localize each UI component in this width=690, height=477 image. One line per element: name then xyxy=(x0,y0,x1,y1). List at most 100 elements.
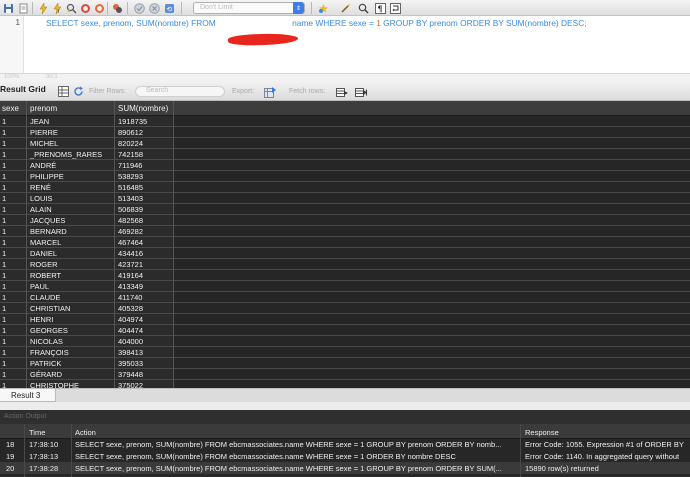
table-cell[interactable]: 1 xyxy=(2,359,6,368)
table-row[interactable]: 1 PIERRE 890612 xyxy=(0,127,690,138)
table-row[interactable]: 1 GÉRARD 379448 xyxy=(0,369,690,380)
table-cell[interactable]: 404000 xyxy=(118,337,143,346)
table-cell[interactable]: 1 xyxy=(2,205,6,214)
table-cell[interactable]: 513403 xyxy=(118,194,143,203)
table-row[interactable]: 1 ROBERT 419164 xyxy=(0,270,690,281)
table-cell[interactable]: 820224 xyxy=(118,139,143,148)
table-cell[interactable]: 375022 xyxy=(118,381,143,388)
table-row[interactable]: 1 NICOLAS 404000 xyxy=(0,336,690,347)
table-cell[interactable]: 1918735 xyxy=(118,117,147,126)
filter-rows-input[interactable]: Search xyxy=(135,86,225,97)
save-icon[interactable] xyxy=(2,2,14,14)
table-cell[interactable]: 1 xyxy=(2,161,6,170)
table-cell[interactable]: 1 xyxy=(2,337,6,346)
autocommit-icon[interactable]: ⟲ xyxy=(163,2,175,14)
open-icon[interactable] xyxy=(17,2,29,14)
table-cell[interactable]: 1 xyxy=(2,183,6,192)
table-cell[interactable]: 1 xyxy=(2,260,6,269)
table-cell[interactable]: _PRENOMS_RARES xyxy=(30,150,102,159)
output-row[interactable]: 19 17:38:13 SELECT sexe, prenom, SUM(nombr… xyxy=(0,450,690,462)
table-cell[interactable]: ROBERT xyxy=(30,271,61,280)
table-cell[interactable]: 516485 xyxy=(118,183,143,192)
output-row[interactable]: 18 17:38:10 SELECT sexe, prenom, SUM(nombr… xyxy=(0,438,690,450)
table-cell[interactable]: 506839 xyxy=(118,205,143,214)
table-cell[interactable]: CLAUDE xyxy=(30,293,60,302)
column-header[interactable]: SUM(nombre) xyxy=(118,104,168,113)
table-cell[interactable]: ROGER xyxy=(30,260,58,269)
refresh-icon[interactable] xyxy=(72,85,84,97)
fetch-next-icon[interactable] xyxy=(336,86,348,98)
table-cell[interactable]: FRANÇOIS xyxy=(30,348,69,357)
table-cell[interactable]: 538293 xyxy=(118,172,143,181)
table-cell[interactable]: PATRICK xyxy=(30,359,61,368)
table-cell[interactable]: GEORGES xyxy=(30,326,68,335)
table-cell[interactable]: 1 xyxy=(2,271,6,280)
table-row[interactable]: 1 BERNARD 469282 xyxy=(0,226,690,237)
table-cell[interactable]: 482568 xyxy=(118,216,143,225)
table-cell[interactable]: 1 xyxy=(2,381,6,388)
table-cell[interactable]: GÉRARD xyxy=(30,370,62,379)
table-cell[interactable]: HENRI xyxy=(30,315,53,324)
table-cell[interactable]: JEAN xyxy=(30,117,49,126)
table-cell[interactable]: 1 xyxy=(2,348,6,357)
table-cell[interactable]: JACQUES xyxy=(30,216,65,225)
execute-icon[interactable] xyxy=(37,2,49,14)
fetch-all-icon[interactable] xyxy=(355,86,367,98)
execute-current-icon[interactable]: I xyxy=(51,2,63,14)
table-cell[interactable]: 1 xyxy=(2,128,6,137)
table-cell[interactable]: 1 xyxy=(2,282,6,291)
sql-editor[interactable]: 1 SELECT sexe, prenom, SUM(nombre) FROM … xyxy=(0,16,690,73)
table-cell[interactable]: 411740 xyxy=(118,293,142,302)
table-cell[interactable]: PAUL xyxy=(30,282,49,291)
table-row[interactable]: 1 CHRISTOPHE 375022 xyxy=(0,380,690,388)
table-cell[interactable]: 423721 xyxy=(118,260,143,269)
table-cell[interactable]: 1 xyxy=(2,293,6,302)
table-row[interactable]: 1 ROGER 423721 xyxy=(0,259,690,270)
action-output-panel[interactable]: Time Action Response 18 17:38:10 SELECT se… xyxy=(0,424,690,477)
table-row[interactable]: 1 ALAIN 506839 xyxy=(0,204,690,215)
table-cell[interactable]: 404474 xyxy=(118,326,143,335)
table-cell[interactable]: 1 xyxy=(2,238,6,247)
table-row[interactable]: 1 ANDRÉ 711946 xyxy=(0,160,690,171)
tab-result-3[interactable]: Result 3 xyxy=(0,389,56,402)
result-grid[interactable]: sexe prenom SUM(nombre) 1 JEAN 1918735 1 PIE… xyxy=(0,101,690,388)
table-cell[interactable]: 1 xyxy=(2,172,6,181)
table-cell[interactable]: 1 xyxy=(2,304,6,313)
table-cell[interactable]: CHRISTOPHE xyxy=(30,381,79,388)
table-row[interactable]: 1 PATRICK 395033 xyxy=(0,358,690,369)
table-cell[interactable]: 398413 xyxy=(118,348,143,357)
table-cell[interactable]: CHRISTIAN xyxy=(30,304,70,313)
table-cell[interactable]: PHILIPPE xyxy=(30,172,64,181)
table-cell[interactable]: ANDRÉ xyxy=(30,161,56,170)
table-cell[interactable]: DANIEL xyxy=(30,249,57,258)
table-cell[interactable]: ALAIN xyxy=(30,205,52,214)
table-cell[interactable]: 419164 xyxy=(118,271,143,280)
output-column-header[interactable]: Time xyxy=(29,428,45,437)
table-cell[interactable]: 1 xyxy=(2,315,6,324)
limit-rows-select[interactable]: Don't Limit ⇕ xyxy=(193,2,305,14)
table-row[interactable]: 1 CLAUDE 411740 xyxy=(0,292,690,303)
table-row[interactable]: 1 FRANÇOIS 398413 xyxy=(0,347,690,358)
stop-all-icon[interactable] xyxy=(93,2,105,14)
output-column-header[interactable]: Response xyxy=(525,428,559,437)
find-icon[interactable] xyxy=(357,2,369,14)
table-row[interactable]: 1 CHRISTIAN 405328 xyxy=(0,303,690,314)
table-cell[interactable]: NICOLAS xyxy=(30,337,63,346)
table-row[interactable]: 1 DANIEL 434416 xyxy=(0,248,690,259)
table-row[interactable]: 1 PAUL 413349 xyxy=(0,281,690,292)
table-row[interactable]: 1 LOUIS 513403 xyxy=(0,193,690,204)
table-cell[interactable]: 413349 xyxy=(118,282,143,291)
table-cell[interactable]: 1 xyxy=(2,150,6,159)
table-cell[interactable]: LOUIS xyxy=(30,194,53,203)
sql-query-text[interactable]: SELECT sexe, prenom, SUM(nombre) FROM na… xyxy=(46,18,587,28)
table-cell[interactable]: PIERRE xyxy=(30,128,58,137)
table-row[interactable]: 1 HENRI 404974 xyxy=(0,314,690,325)
table-cell[interactable]: 1 xyxy=(2,326,6,335)
add-snippet-icon[interactable] xyxy=(317,2,329,14)
table-cell[interactable]: 1 xyxy=(2,370,6,379)
table-cell[interactable]: MICHEL xyxy=(30,139,58,148)
table-cell[interactable]: 890612 xyxy=(118,128,143,137)
table-row[interactable]: 1 RENÉ 516485 xyxy=(0,182,690,193)
table-cell[interactable]: 1 xyxy=(2,216,6,225)
column-header[interactable]: sexe xyxy=(2,104,19,113)
